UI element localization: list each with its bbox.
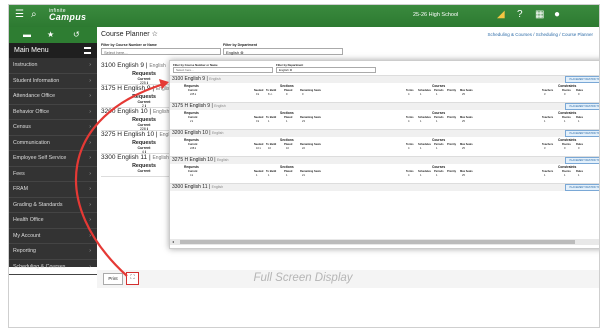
arrow-head (159, 79, 169, 89)
arrow-line (74, 81, 168, 277)
caption: Full Screen Display (253, 272, 353, 284)
